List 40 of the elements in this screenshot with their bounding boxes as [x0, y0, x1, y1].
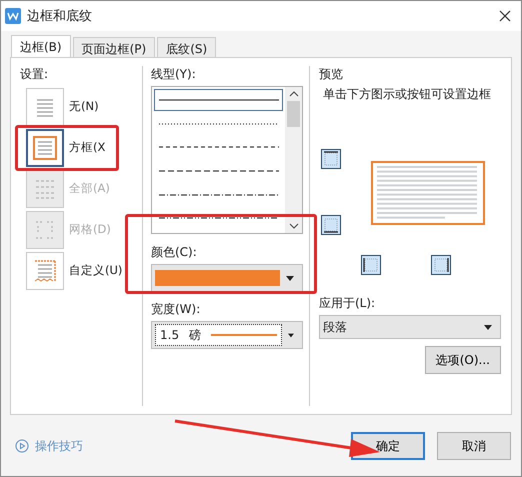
- scroll-up-icon[interactable]: [288, 91, 298, 97]
- width-unit: 磅: [189, 326, 202, 344]
- field-label: 颜色(C):: [151, 244, 198, 260]
- option-label[interactable]: 无(N): [69, 99, 99, 114]
- box-border-icon[interactable]: [26, 128, 64, 166]
- field-label: 应用于(L):: [319, 295, 376, 311]
- preview-hint: 单击下方图示或按钮可设置边框: [323, 86, 492, 103]
- dropdown-caret-icon[interactable]: [484, 324, 492, 330]
- options-button[interactable]: 选项(O)...: [424, 346, 501, 374]
- left-border-icon[interactable]: [361, 255, 381, 275]
- close-icon[interactable]: [499, 10, 511, 22]
- app-icon: [5, 8, 21, 24]
- tab[interactable]: 页面边框(P): [72, 37, 156, 57]
- top-border-icon[interactable]: [321, 149, 341, 169]
- scroll-thumb[interactable]: [287, 101, 300, 127]
- option-label[interactable]: 自定义(U): [69, 263, 122, 278]
- window-title: 边框和底纹: [27, 8, 92, 25]
- field-label: 线型(Y):: [151, 66, 197, 82]
- line-style-option[interactable]: [154, 89, 283, 111]
- color-dropdown[interactable]: [151, 264, 303, 292]
- play-circle-icon[interactable]: [15, 439, 29, 453]
- width-value: 1.5: [160, 328, 180, 342]
- preview-page-drawing[interactable]: [371, 161, 485, 225]
- tab[interactable]: 底纹(S): [157, 37, 216, 57]
- line-sample: [211, 332, 278, 338]
- line-style-list[interactable]: [151, 86, 303, 234]
- cancel-button[interactable]: 取消: [437, 432, 511, 460]
- right-border-icon[interactable]: [431, 255, 451, 275]
- width-dropdown[interactable]: 1.5 磅: [155, 324, 282, 346]
- dropdown-caret-icon[interactable]: [286, 276, 294, 280]
- option-label[interactable]: 方框(X: [69, 140, 106, 155]
- custom-border-icon[interactable]: [26, 252, 64, 290]
- field-label: 宽度(W):: [151, 301, 202, 317]
- scroll-down-icon[interactable]: [288, 223, 298, 229]
- bottom-border-icon[interactable]: [321, 215, 341, 235]
- section-label: 设置:: [20, 66, 50, 82]
- dropdown-caret-icon[interactable]: [288, 332, 294, 338]
- apply-to-dropdown[interactable]: 段落: [319, 315, 501, 339]
- tab[interactable]: 边框(B): [11, 35, 71, 57]
- section-label: 预览: [319, 66, 344, 82]
